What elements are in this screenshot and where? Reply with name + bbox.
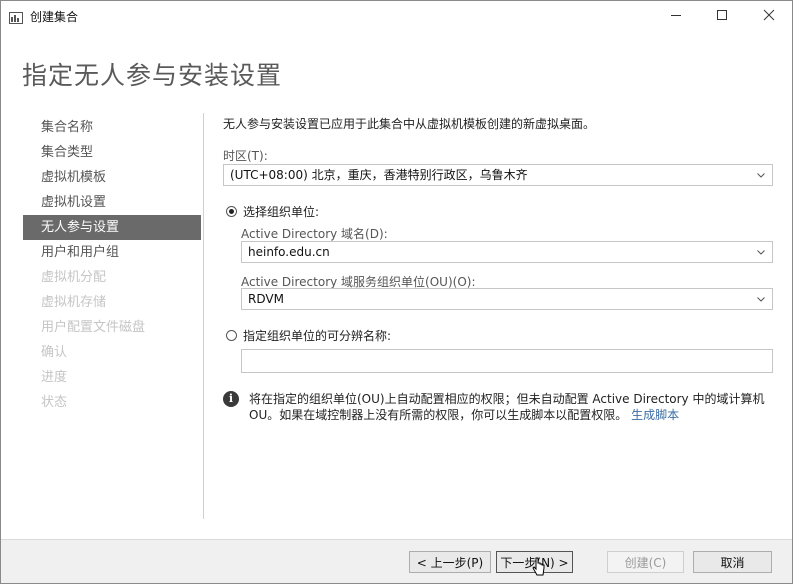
info-message: 将在指定的组织单位(OU)上自动配置相应的权限；但未自动配置 Active Di… — [249, 391, 779, 423]
maximize-icon — [716, 9, 728, 25]
ad-ou-value: RDVM — [248, 292, 284, 306]
maximize-button[interactable] — [699, 1, 745, 32]
previous-button[interactable]: < 上一步(P) — [409, 551, 491, 573]
page-description: 无人参与安装设置已应用于此集合中从虚拟机模板创建的新虚拟桌面。 — [223, 117, 596, 131]
nav-item-user-profile-disks: 用户配置文件磁盘 — [41, 320, 146, 335]
timezone-dropdown[interactable]: (UTC+08:00) 北京，重庆，香港特别行政区，乌鲁木齐 — [223, 164, 773, 186]
wizard-footer: < 上一步(P) 下一步(N) > 创建(C) 取消 — [1, 539, 792, 583]
timezone-value: (UTC+08:00) 北京，重庆，香港特别行政区，乌鲁木齐 — [230, 168, 528, 182]
create-collection-window: 创建集合 指定无人参与安装设置 集合名称 集合类型 虚拟机模板 虚拟机设置 无人… — [0, 0, 793, 584]
generate-script-link[interactable]: 生成脚本 — [631, 408, 679, 422]
window-title: 创建集合 — [30, 10, 79, 24]
specify-dn-label: 指定组织单位的可分辨名称: — [243, 329, 392, 343]
chevron-down-icon — [755, 289, 767, 309]
minimize-icon — [670, 9, 682, 25]
nav-item-collection-type[interactable]: 集合类型 — [23, 140, 201, 165]
timezone-label: 时区(T): — [223, 149, 268, 163]
nav-item-status: 状态 — [41, 395, 68, 410]
ad-domain-dropdown[interactable]: heinfo.edu.cn — [241, 241, 773, 263]
specify-dn-radio[interactable]: 指定组织单位的可分辨名称: — [226, 327, 391, 344]
chevron-down-icon — [755, 242, 767, 262]
info-text: 将在指定的组织单位(OU)上自动配置相应的权限；但未自动配置 Active Di… — [249, 392, 765, 422]
nav-divider — [203, 113, 204, 519]
nav-item-collection-name[interactable]: 集合名称 — [23, 115, 201, 140]
select-ou-label: 选择组织单位: — [243, 205, 320, 219]
ad-domain-label: Active Directory 域名(D): — [241, 227, 388, 241]
nav-item-confirmation: 确认 — [41, 345, 68, 360]
nav-item-vm-template[interactable]: 虚拟机模板 — [23, 165, 201, 190]
page-title: 指定无人参与安装设置 — [22, 61, 283, 90]
ad-domain-value: heinfo.edu.cn — [248, 245, 330, 259]
close-button[interactable] — [746, 1, 792, 32]
nav-item-users-and-groups[interactable]: 用户和用户组 — [23, 240, 201, 265]
server-manager-app-icon — [9, 9, 23, 24]
mouse-pointer-icon — [532, 557, 546, 577]
ad-ou-dropdown[interactable]: RDVM — [241, 288, 773, 310]
minimize-button[interactable] — [653, 1, 699, 32]
select-ou-radio[interactable]: 选择组织单位: — [226, 203, 319, 220]
nav-item-vm-storage: 虚拟机存储 — [41, 295, 107, 310]
radio-checked-icon — [226, 206, 237, 217]
info-icon: i — [223, 391, 239, 407]
distinguished-name-input[interactable] — [241, 349, 773, 373]
nav-item-progress: 进度 — [41, 370, 68, 385]
nav-item-unattended-settings[interactable]: 无人参与设置 — [23, 215, 201, 240]
title-bar: 创建集合 — [1, 1, 792, 32]
nav-item-vm-allocation: 虚拟机分配 — [41, 270, 107, 285]
chevron-down-icon — [755, 165, 767, 185]
nav-item-vm-settings[interactable]: 虚拟机设置 — [23, 190, 201, 215]
radio-unchecked-icon — [226, 330, 237, 341]
cancel-button[interactable]: 取消 — [693, 551, 772, 573]
create-button[interactable]: 创建(C) — [607, 551, 684, 573]
close-icon — [763, 9, 775, 25]
wizard-steps-nav: 集合名称 集合类型 虚拟机模板 虚拟机设置 无人参与设置 用户和用户组 虚拟机分… — [23, 115, 201, 415]
